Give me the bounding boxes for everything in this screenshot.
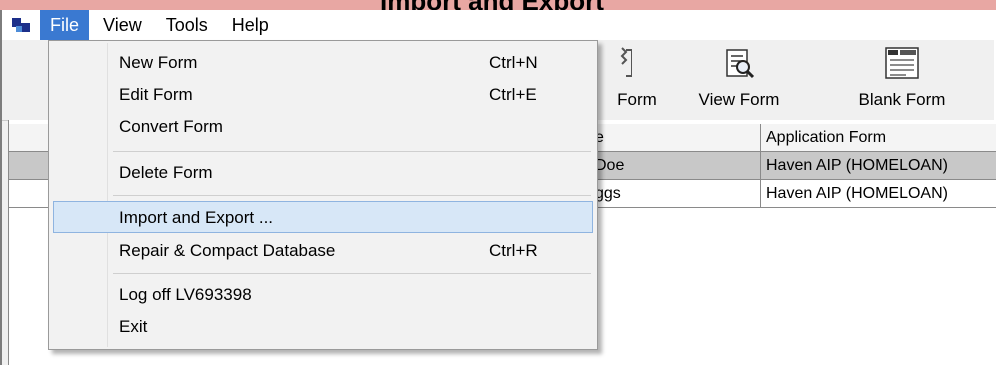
menu-item-shortcut: Ctrl+E (489, 85, 537, 104)
menu-bar: File View Tools Help (2, 10, 994, 40)
table-cell-application-form[interactable]: Haven AIP (HOMELOAN) (761, 152, 996, 180)
menu-item-label: Log off LV693398 (119, 285, 252, 304)
menu-separator (113, 151, 591, 152)
menu-item-delete-form[interactable]: Delete Form (53, 157, 593, 189)
blank-form-icon (885, 47, 919, 79)
edit-form-icon (620, 47, 632, 77)
menu-view[interactable]: View (93, 10, 152, 40)
menu-item-label: Import and Export ... (119, 208, 274, 227)
menu-item-label: Convert Form (119, 117, 223, 136)
menu-item-label: New Form (119, 53, 198, 72)
menu-item-label: Exit (119, 317, 148, 336)
menu-tools[interactable]: Tools (156, 10, 218, 40)
view-form-button[interactable]: View Form (684, 46, 794, 118)
menu-item-repair-compact[interactable]: Repair & Compact Database Ctrl+R (53, 235, 593, 267)
table-header-name[interactable]: e (591, 124, 761, 152)
menu-item-shortcut: Ctrl+N (489, 53, 538, 72)
menu-item-edit-form[interactable]: Edit Form Ctrl+E (53, 79, 593, 111)
menu-separator (113, 273, 591, 274)
table-cell-application-form[interactable]: Haven AIP (HOMELOAN) (761, 180, 996, 208)
menu-item-label: Delete Form (119, 163, 213, 182)
menu-item-shortcut: Ctrl+R (489, 241, 538, 260)
menu-help[interactable]: Help (222, 10, 279, 40)
table-cell-name[interactable]: ggs (591, 180, 761, 208)
menu-item-log-off[interactable]: Log off LV693398 (53, 279, 593, 311)
table-cell-name[interactable]: Doe (591, 152, 761, 180)
app-logo-icon[interactable] (2, 10, 40, 40)
table-header-application-form[interactable]: Application Form (761, 124, 996, 152)
view-form-icon (726, 49, 755, 79)
menu-item-exit[interactable]: Exit (53, 311, 593, 343)
menu-item-import-export[interactable]: Import and Export ... (53, 201, 593, 233)
view-form-label: View Form (698, 90, 780, 109)
menu-file[interactable]: File (40, 10, 90, 40)
file-menu-dropdown: New Form Ctrl+N Edit Form Ctrl+E Convert… (48, 40, 598, 350)
menu-item-label: Edit Form (119, 85, 193, 104)
menu-item-label: Repair & Compact Database (119, 241, 336, 260)
menu-item-convert-form[interactable]: Convert Form (53, 111, 593, 143)
blank-form-button[interactable]: Blank Form (840, 46, 964, 118)
menu-item-new-form[interactable]: New Form Ctrl+N (53, 47, 593, 79)
blank-form-label: Blank Form (858, 90, 946, 109)
menu-separator (113, 195, 591, 196)
